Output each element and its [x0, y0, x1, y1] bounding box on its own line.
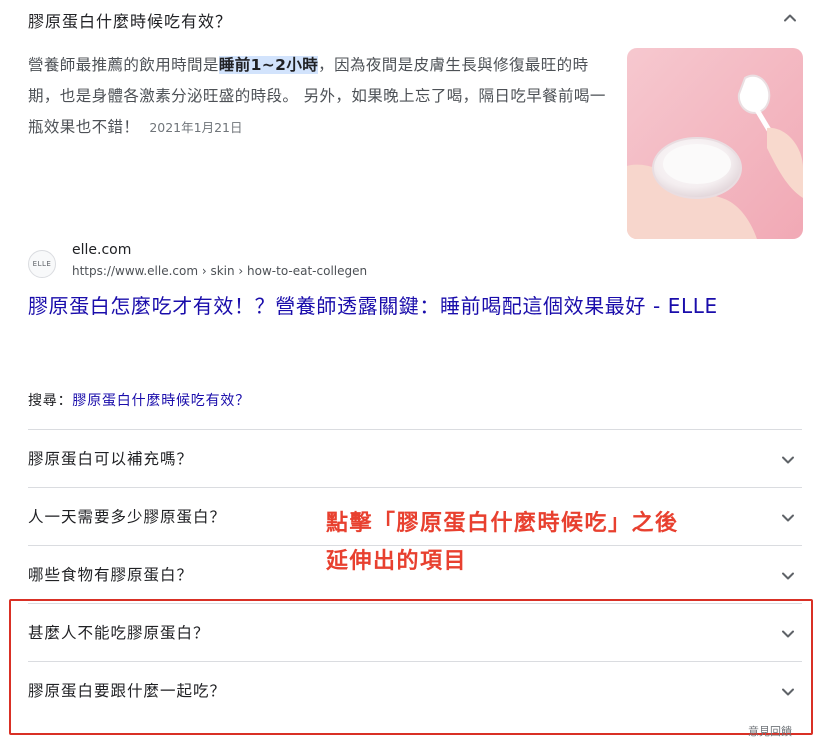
chevron-down-icon[interactable]	[776, 506, 800, 530]
chevron-up-icon[interactable]	[778, 6, 802, 30]
annotation-line-1: 點擊「膠原蛋白什麼時候吃」之後	[326, 511, 679, 536]
highlight-box	[9, 599, 813, 735]
answer-text-before: 營養師最推薦的飲用時間是	[28, 56, 219, 74]
result-title-link[interactable]: 膠原蛋白怎麼吃才有效！？營養師透露關鍵：睡前喝配這個效果最好 - ELLE	[28, 290, 768, 322]
featured-answer-text: 營養師最推薦的飲用時間是睡前1~2小時，因為夜間是皮膚生長與修復最旺的時期，也是…	[28, 50, 608, 143]
annotation-line-2: 延伸出的項目	[326, 549, 468, 574]
source-site-name: elle.com	[72, 242, 132, 258]
search-suggestion: 搜尋：膠原蛋白什麼時候吃有效？	[28, 390, 250, 410]
answer-date: 2021年1月21日	[149, 120, 243, 135]
feedback-link[interactable]: 意見回饋	[748, 723, 792, 739]
related-question-1[interactable]: 膠原蛋白可以補充嗎？	[28, 429, 802, 487]
source-url: https://www.elle.com › skin › how-to-eat…	[72, 264, 368, 278]
related-question-text: 哪些食物有膠原蛋白？	[28, 566, 194, 584]
chevron-down-icon[interactable]	[776, 448, 800, 472]
search-label: 搜尋：	[28, 393, 73, 409]
question-title[interactable]: 膠原蛋白什麼時候吃有效？	[28, 8, 232, 32]
answer-highlight: 睡前1~2小時	[218, 56, 319, 74]
search-query-link[interactable]: 膠原蛋白什麼時候吃有效？	[72, 393, 250, 409]
collagen-thumbnail-image[interactable]	[627, 48, 803, 239]
elle-favicon-icon: ELLE	[28, 250, 56, 278]
related-question-text: 膠原蛋白可以補充嗎？	[28, 450, 194, 468]
chevron-down-icon[interactable]	[776, 564, 800, 588]
related-question-text: 人一天需要多少膠原蛋白？	[28, 508, 227, 526]
annotation-text: 點擊「膠原蛋白什麼時候吃」之後 延伸出的項目	[326, 505, 679, 581]
